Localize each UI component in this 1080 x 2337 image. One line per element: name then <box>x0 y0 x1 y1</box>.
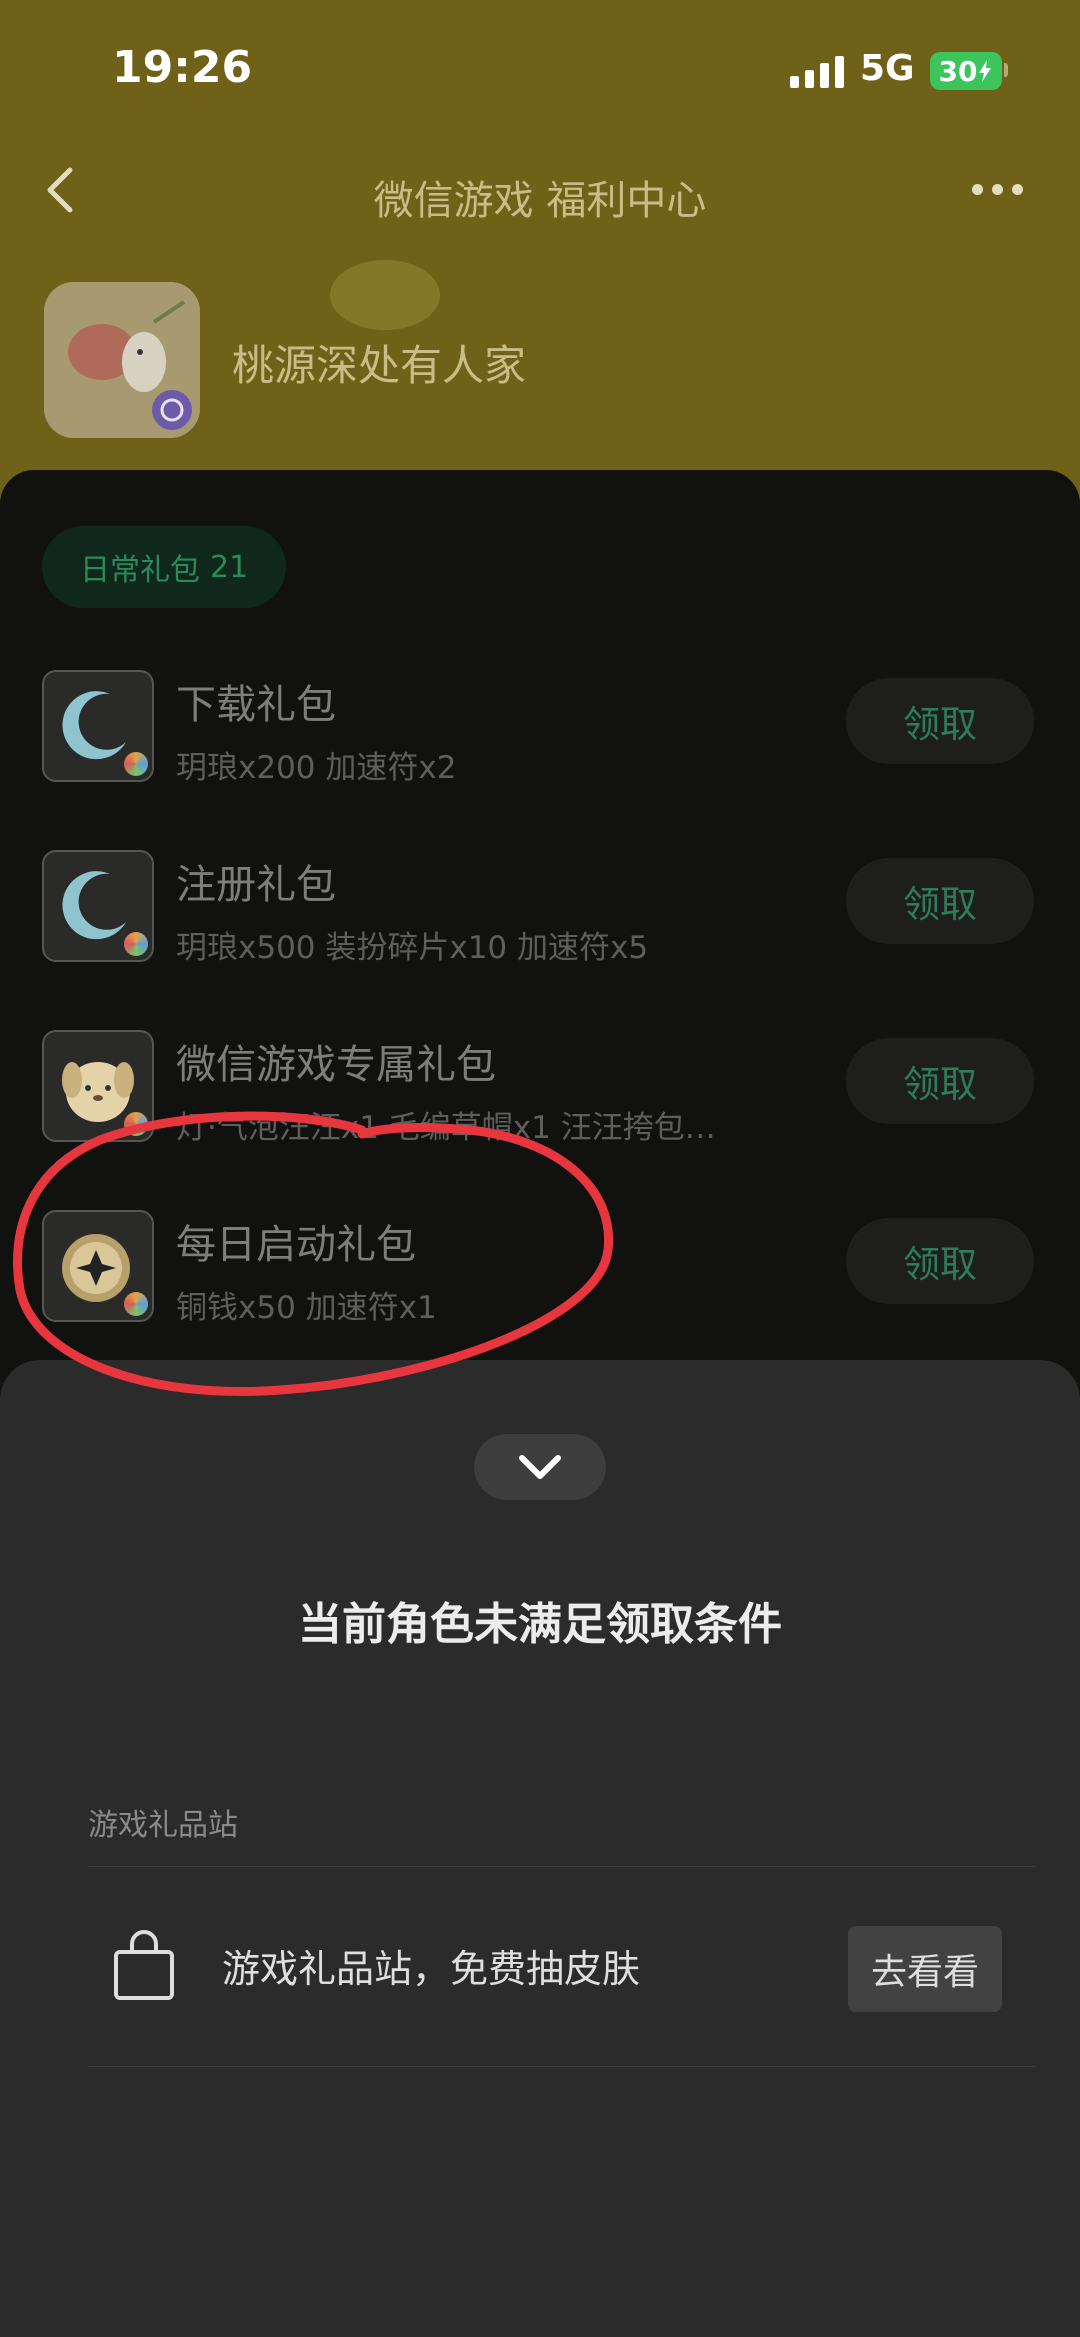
chevron-down-icon <box>519 1455 561 1479</box>
collapse-button[interactable] <box>474 1434 606 1500</box>
page-title: 微信游戏 福利中心 <box>373 178 707 224</box>
tab-daily-gifts[interactable]: 日常礼包 21 <box>42 526 287 608</box>
cellular-signal-icon <box>790 56 844 88</box>
gift-description: 灯·气泡汪汪x1 毛编草帽x1 汪汪挎包… <box>176 1110 716 1146</box>
gift-title: 注册礼包 <box>176 862 336 908</box>
nav-bar: 微信游戏 福利中心 <box>0 140 1080 240</box>
tab-label: 日常礼包 <box>80 553 200 588</box>
divider <box>88 2066 1036 2067</box>
battery-icon: 30 <box>930 52 1002 90</box>
moon-icon <box>42 850 154 962</box>
sheet-title: 当前角色未满足领取条件 <box>298 1599 782 1650</box>
game-header: 桃源深处有人家 <box>0 260 1080 480</box>
shopping-bag-icon <box>112 1930 176 2002</box>
gift-description: 玥琅x200 加速符x2 <box>176 750 457 786</box>
moon-icon <box>42 670 154 782</box>
divider <box>88 1866 1036 1867</box>
status-time: 19:26 <box>112 42 253 93</box>
decorative-coin <box>330 260 440 330</box>
gift-row: 每日启动礼包 铜钱x50 加速符x1 领取 <box>0 1210 1080 1340</box>
game-app-icon[interactable] <box>44 282 200 438</box>
claim-button[interactable]: 领取 <box>846 1038 1034 1124</box>
gift-description: 玥琅x500 装扮碎片x10 加速符x5 <box>176 930 649 966</box>
platform-badge-icon <box>124 752 148 776</box>
goto-store-button[interactable]: 去看看 <box>848 1926 1002 2012</box>
gift-description: 铜钱x50 加速符x1 <box>176 1290 437 1326</box>
game-name: 桃源深处有人家 <box>232 341 527 390</box>
tab-count: 21 <box>210 549 249 585</box>
platform-badge-icon <box>124 1112 148 1136</box>
gift-row: 下载礼包 玥琅x200 加速符x2 领取 <box>0 670 1080 800</box>
claim-button[interactable]: 领取 <box>846 858 1034 944</box>
battery-level: 30 <box>938 54 978 88</box>
gift-row: 微信游戏专属礼包 灯·气泡汪汪x1 毛编草帽x1 汪汪挎包… 领取 <box>0 1030 1080 1160</box>
status-bar: 19:26 5G 30 <box>0 0 1080 140</box>
battery-tip <box>1004 63 1008 77</box>
gift-title: 每日启动礼包 <box>176 1222 416 1268</box>
coin-icon <box>42 1210 154 1322</box>
puppy-icon <box>42 1030 154 1142</box>
bottom-sheet: 当前角色未满足领取条件 游戏礼品站 游戏礼品站，免费抽皮肤 去看看 <box>0 1360 1080 2337</box>
gift-panel: 日常礼包 21 下载礼包 玥琅x200 加速符x2 领取 注册礼包 玥琅x500… <box>0 470 1080 1400</box>
gift-title: 下载礼包 <box>176 682 336 728</box>
more-options-icon[interactable] <box>972 184 1023 195</box>
claim-button[interactable]: 领取 <box>846 678 1034 764</box>
platform-badge-icon <box>124 932 148 956</box>
network-type: 5G <box>860 48 915 89</box>
section-label: 游戏礼品站 <box>88 1808 238 1843</box>
platform-badge-icon <box>124 1292 148 1316</box>
gift-row: 注册礼包 玥琅x500 装扮碎片x10 加速符x5 领取 <box>0 850 1080 980</box>
gift-title: 微信游戏专属礼包 <box>176 1042 496 1088</box>
charging-bolt-icon <box>979 60 992 82</box>
claim-button[interactable]: 领取 <box>846 1218 1034 1304</box>
gift-store-text[interactable]: 游戏礼品站，免费抽皮肤 <box>222 1938 640 1993</box>
